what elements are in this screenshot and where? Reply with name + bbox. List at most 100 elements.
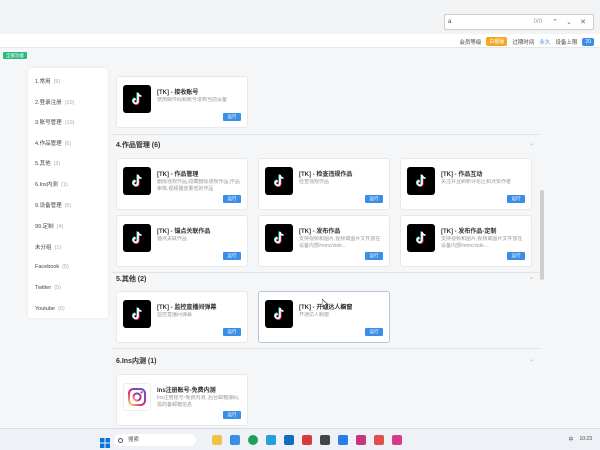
sidebar-item-count: (10) — [64, 120, 75, 126]
sidebar-item-label: 5.其他 — [35, 161, 51, 167]
edge-icon[interactable] — [248, 435, 258, 445]
card-desc: 锚点关联作品 — [157, 236, 188, 242]
tab-all-functions[interactable]: 全部功能 — [3, 52, 27, 59]
tiktok-icon — [265, 167, 293, 195]
browser-top-strip: a 0/0 ⌃ ⌄ ✕ — [0, 0, 600, 34]
find-close-icon[interactable]: ✕ — [576, 18, 590, 26]
sidebar-item-label: 2.登录注册 — [35, 100, 62, 106]
find-prev-icon[interactable]: ⌃ — [548, 18, 562, 26]
sidebar-item-label: 4.作品管理 — [35, 141, 62, 147]
function-card: [TK] - 监控直播间弹幕 监控直播间弹幕 运行 — [116, 291, 248, 343]
run-button[interactable]: 运行 — [223, 113, 241, 121]
sidebar-item-label: 1.常用 — [35, 79, 51, 85]
sidebar-item-label: Facebook — [35, 264, 60, 270]
sidebar-item-label: 3.账号管理 — [35, 120, 62, 126]
card-desc: 开通达人橱窗 — [299, 312, 330, 318]
windows-start-icon[interactable] — [100, 435, 110, 448]
windows-taskbar: 搜索 中 10:23 — [0, 428, 600, 450]
app-icon[interactable] — [284, 435, 294, 445]
divider — [112, 272, 540, 273]
store-icon[interactable] — [266, 435, 276, 445]
tiktok-icon — [123, 167, 151, 195]
sidebar-item-ins[interactable]: 6.Ins内测 (1) — [35, 180, 68, 188]
app-icon[interactable] — [320, 435, 330, 445]
clock[interactable]: 10:23 — [579, 436, 592, 443]
sidebar-item-label: 未分组 — [35, 245, 52, 251]
card-desc: 监控直播间弹幕 — [157, 312, 193, 318]
input-language[interactable]: 中 — [568, 436, 573, 443]
function-card: Ins注册账号-免费内测 Ins注册账号-免费内测, 后台邮箱接码, 需的备邮箱… — [116, 374, 248, 426]
sidebar-item-label: 9.设备管理 — [35, 203, 62, 209]
run-button[interactable]: 运行 — [507, 195, 525, 203]
function-card: [TK] - 接收账号 使用邮件码和账号进到当前设备 运行 — [116, 76, 248, 128]
device-limit-badge: 20 — [582, 37, 594, 46]
card-desc: 关注并且刷新评论区和点赞作者 — [441, 179, 512, 185]
collapse-chevron-icon[interactable]: ⌄ — [529, 356, 534, 363]
run-button[interactable]: 运行 — [223, 195, 241, 203]
tiktok-icon — [123, 85, 151, 113]
app-icon[interactable] — [374, 435, 384, 445]
function-card: [TK] - 发布作品 支持视频和图片,视频或图片文件放在设备内部/mmc/vi… — [258, 215, 390, 267]
divider — [112, 134, 540, 135]
expire-label: 过期时间 — [512, 39, 535, 46]
card-desc: 支持视频和图片,视频或图片文件放在设备内部/mmc/vide... — [299, 236, 381, 249]
app-icon[interactable] — [356, 435, 366, 445]
sidebar-item-works[interactable]: 4.作品管理 (6) — [35, 139, 71, 147]
card-desc: 支持视频和图片,视频或图片文件放在设备内部/mmc/vide... — [441, 236, 523, 249]
sidebar-item-count: (5) — [58, 306, 65, 312]
tiktok-icon — [407, 224, 435, 252]
card-title: [TK] - 作品管理 — [157, 172, 199, 178]
file-explorer-icon[interactable] — [212, 435, 222, 445]
app-icon[interactable] — [392, 435, 402, 445]
wps-icon[interactable] — [302, 435, 312, 445]
scrollbar[interactable] — [540, 190, 544, 280]
card-desc: 删除违规作品,隐藏删除违规作品,作品审核,视频播放量低的作品 — [157, 179, 240, 192]
sidebar-item-account[interactable]: 3.账号管理 (10) — [35, 118, 74, 126]
mail-icon[interactable] — [230, 435, 240, 445]
function-card: [TK] - 发布作品-定制 支持视频和图片,视频或图片文件放在设备内部/mmc… — [400, 215, 532, 267]
section-title-ins: 6.Ins内测 (1) — [116, 358, 157, 365]
member-level-badge: 白银版 — [486, 37, 508, 46]
sidebar-item-facebook[interactable]: Facebook (5) — [35, 264, 69, 270]
find-count: 0/0 — [533, 19, 542, 25]
tiktok-icon — [123, 300, 151, 328]
mouse-cursor-icon — [321, 296, 329, 314]
card-title: [TK] - 检查违规作品 — [299, 172, 353, 178]
sidebar-item-login[interactable]: 2.登录注册 (10) — [35, 98, 74, 106]
sidebar-item-count: (1) — [54, 245, 62, 251]
sidebar-item-twitter[interactable]: Twitter (5) — [35, 285, 61, 291]
sidebar-item-ungrouped[interactable]: 未分组 (1) — [35, 243, 61, 251]
function-card: [TK] - 作品互动 关注并且刷新评论区和点赞作者 运行 — [400, 158, 532, 210]
function-card: [TK] - 锚点关联作品 锚点关联作品 运行 — [116, 215, 248, 267]
run-button[interactable]: 运行 — [223, 411, 241, 419]
sidebar-item-other[interactable]: 5.其他 (2) — [35, 159, 60, 167]
run-button[interactable]: 运行 — [365, 252, 383, 260]
taskbar-search[interactable]: 搜索 — [114, 434, 196, 446]
collapse-chevron-icon[interactable]: ⌄ — [529, 140, 534, 147]
run-button[interactable]: 运行 — [365, 328, 383, 336]
run-button[interactable]: 运行 — [223, 252, 241, 260]
instagram-icon — [123, 383, 151, 411]
sidebar-item-custom[interactable]: 99.定制 (4) — [35, 222, 63, 230]
account-info-bar: 会员等级 白银版 过期时间 永久 设备上限 20 — [0, 34, 600, 48]
sidebar-item-common[interactable]: 1.常用 (5) — [35, 77, 60, 85]
run-button[interactable]: 运行 — [365, 195, 383, 203]
sidebar-item-label: 99.定制 — [35, 224, 54, 230]
run-button[interactable]: 运行 — [507, 252, 525, 260]
app-icon[interactable] — [338, 435, 348, 445]
find-bar[interactable]: a 0/0 ⌃ ⌄ ✕ — [444, 14, 594, 30]
find-input[interactable]: a — [448, 19, 534, 25]
tiktok-icon — [407, 167, 435, 195]
sidebar-item-count: (1) — [60, 182, 68, 188]
sidebar-item-device[interactable]: 9.设备管理 (5) — [35, 201, 71, 209]
sidebar-item-count: (10) — [64, 100, 75, 106]
collapse-chevron-icon[interactable]: ⌄ — [529, 274, 534, 281]
find-next-icon[interactable]: ⌄ — [562, 18, 576, 26]
run-button[interactable]: 运行 — [223, 328, 241, 336]
card-title: [TK] - 锚点关联作品 — [157, 229, 211, 235]
sidebar-item-youtube[interactable]: Youtube (5) — [35, 306, 65, 312]
search-icon — [118, 438, 123, 443]
card-title: [TK] - 发布作品-定制 — [441, 229, 497, 235]
sidebar-item-count: (6) — [64, 141, 72, 147]
taskbar-search-label: 搜索 — [128, 437, 140, 443]
